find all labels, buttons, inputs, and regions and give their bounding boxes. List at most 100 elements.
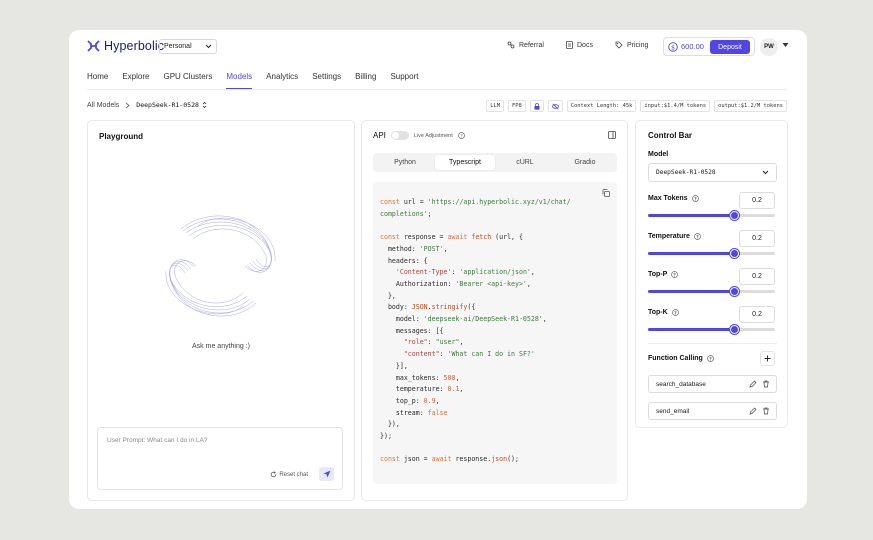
param-label: Max Tokens? bbox=[648, 195, 699, 202]
code-token: JSON bbox=[411, 303, 428, 312]
top-header: Hyperbolic Personal Referral Docs Pricin… bbox=[69, 30, 807, 63]
code-token: body: bbox=[380, 303, 412, 312]
edit-icon[interactable] bbox=[749, 407, 757, 415]
document-icon bbox=[566, 41, 573, 49]
param-label-text: Temperature bbox=[648, 233, 690, 240]
hyperbolic-logo-icon bbox=[87, 40, 100, 52]
api-title: API bbox=[373, 131, 386, 140]
add-function-button[interactable] bbox=[760, 351, 775, 366]
trash-icon[interactable] bbox=[762, 407, 770, 415]
code-token: , bbox=[459, 385, 464, 394]
param-slider[interactable] bbox=[648, 325, 775, 334]
help-icon[interactable]: ? bbox=[671, 271, 679, 278]
function-calling-text: Function Calling bbox=[648, 355, 703, 362]
nav-support[interactable]: Support bbox=[390, 72, 418, 89]
credit-balance: 600.00 bbox=[681, 42, 704, 51]
referral-link[interactable]: Referral bbox=[507, 41, 544, 49]
param-slider[interactable] bbox=[648, 249, 775, 258]
model-select[interactable]: DeepSeek-R1-0528 bbox=[648, 163, 777, 182]
help-icon[interactable]: ? bbox=[694, 233, 701, 240]
slider-handle[interactable] bbox=[730, 211, 740, 220]
workspace-select[interactable]: Personal bbox=[159, 39, 217, 54]
copy-icon[interactable] bbox=[602, 189, 610, 197]
code-block[interactable]: const url = 'https://api.hyperbolic.xyz/… bbox=[373, 182, 617, 484]
pricing-link[interactable]: Pricing bbox=[615, 41, 648, 49]
code-token: 'Bearer <api-key>' bbox=[455, 279, 527, 288]
tab-python[interactable]: Python bbox=[375, 155, 435, 170]
code-token: 'application/json' bbox=[459, 268, 531, 277]
no-vision-tag bbox=[547, 100, 563, 112]
function-item[interactable]: search_database bbox=[648, 375, 777, 393]
refresh-icon bbox=[271, 471, 277, 478]
nav-home[interactable]: Home bbox=[87, 72, 108, 89]
svg-text:?: ? bbox=[694, 196, 697, 202]
help-icon[interactable]: ? bbox=[706, 355, 714, 362]
code-token: stringify bbox=[431, 303, 468, 312]
svg-text:?: ? bbox=[696, 234, 699, 240]
code-token: : bbox=[439, 350, 448, 359]
nav-models[interactable]: Models bbox=[226, 72, 253, 89]
param-slider[interactable] bbox=[648, 287, 775, 296]
param-label-text: Top-P bbox=[648, 271, 668, 278]
send-button[interactable] bbox=[319, 467, 334, 481]
help-icon[interactable]: ? bbox=[457, 132, 465, 139]
code-token: }], bbox=[380, 361, 408, 370]
code-token: ({ bbox=[467, 303, 476, 312]
caret-down-icon[interactable] bbox=[782, 42, 789, 48]
slider-handle[interactable] bbox=[730, 287, 740, 296]
code-token: false bbox=[427, 408, 448, 417]
code-token: }, bbox=[380, 291, 396, 300]
live-adjustment-toggle[interactable] bbox=[390, 131, 409, 140]
nav-billing[interactable]: Billing bbox=[355, 72, 376, 89]
nav-analytics[interactable]: Analytics bbox=[266, 72, 298, 89]
live-adjustment-label: Live Adjustment bbox=[413, 132, 453, 139]
function-name: search_database bbox=[656, 380, 706, 388]
brand-logo[interactable]: Hyperbolic bbox=[87, 39, 164, 53]
code-token: , bbox=[455, 373, 460, 382]
help-icon[interactable]: ? bbox=[691, 195, 699, 202]
function-item[interactable]: send_email bbox=[648, 402, 777, 420]
slider-handle[interactable] bbox=[730, 325, 740, 334]
model-label: Model bbox=[648, 151, 669, 158]
code-token: method: bbox=[380, 244, 420, 253]
param-value-input[interactable]: 0.2 bbox=[739, 306, 775, 323]
trash-icon[interactable] bbox=[762, 380, 770, 388]
code-token: 'What can I do in SF?' bbox=[447, 350, 535, 359]
slider-fill bbox=[648, 214, 735, 217]
reset-chat-button[interactable]: Reset chat bbox=[270, 471, 308, 478]
param-value-input[interactable]: 0.2 bbox=[739, 268, 775, 285]
tab-typescript[interactable]: Typescript bbox=[435, 155, 495, 170]
slider-fill bbox=[648, 328, 735, 331]
help-icon[interactable]: ? bbox=[671, 309, 679, 316]
tab-gradio[interactable]: Gradio bbox=[555, 155, 615, 170]
edit-icon[interactable] bbox=[749, 380, 757, 388]
slider-handle[interactable] bbox=[730, 249, 740, 258]
param-value-input[interactable]: 0.2 bbox=[739, 230, 775, 247]
tab-curl[interactable]: cURL bbox=[495, 155, 555, 170]
breadcrumb-all-models[interactable]: All Models bbox=[87, 102, 119, 109]
param-value-input[interactable]: 0.2 bbox=[739, 192, 775, 209]
code-token: (); bbox=[507, 455, 519, 464]
svg-text:?: ? bbox=[674, 310, 677, 316]
nav-explore[interactable]: Explore bbox=[122, 72, 149, 89]
prompt-input[interactable]: User Prompt: What can I do in LA? Reset … bbox=[97, 427, 343, 490]
user-avatar[interactable]: PW bbox=[760, 38, 778, 56]
deposit-button[interactable]: Deposit bbox=[710, 40, 750, 54]
function-calling-divider bbox=[648, 343, 777, 344]
param-slider[interactable] bbox=[648, 211, 775, 220]
code-token: json bbox=[491, 455, 508, 464]
panel-toggle-icon[interactable] bbox=[608, 131, 616, 139]
svg-text:?: ? bbox=[673, 272, 676, 278]
code-token: Authorization: bbox=[380, 279, 456, 288]
code-token: const bbox=[380, 455, 400, 464]
nav-gpu-clusters[interactable]: GPU Clusters bbox=[163, 72, 212, 89]
nav-settings[interactable]: Settings bbox=[312, 72, 341, 89]
swirl-graphic bbox=[165, 215, 276, 317]
code-token: , bbox=[435, 396, 440, 405]
code-token: }); bbox=[380, 432, 392, 441]
breadcrumb-model-select[interactable]: DeepSeek-R1-0528 bbox=[136, 101, 207, 109]
docs-link[interactable]: Docs bbox=[566, 41, 593, 49]
